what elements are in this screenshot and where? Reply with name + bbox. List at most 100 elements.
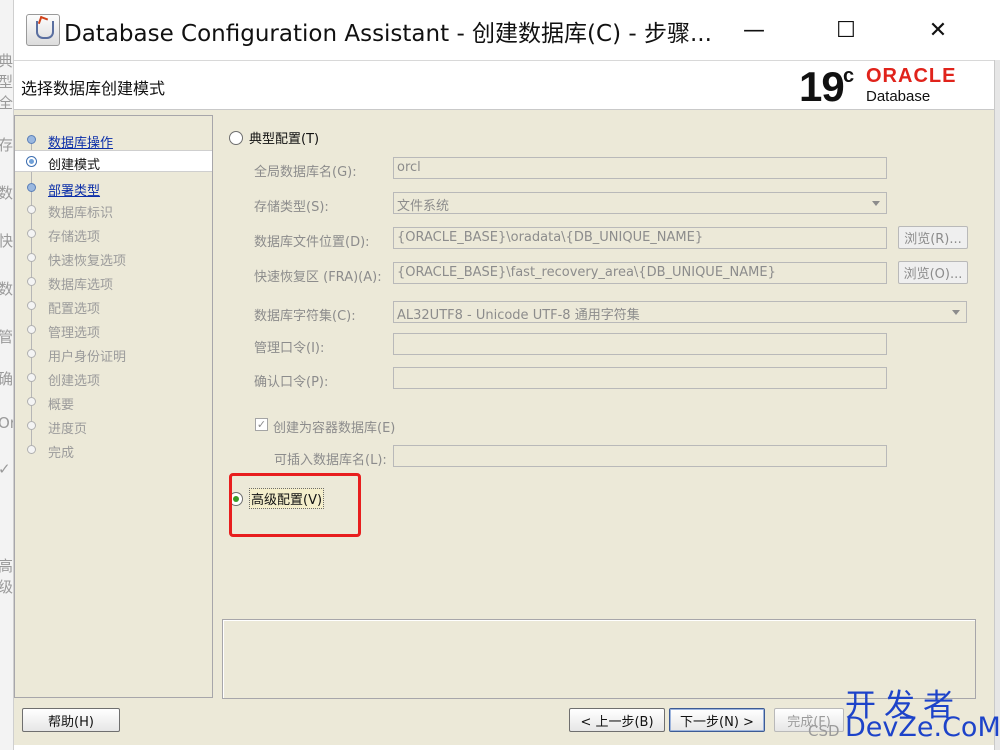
step-label: 数据库标识: [48, 206, 114, 221]
typical-config-label[interactable]: 典型配置(T): [249, 128, 319, 147]
step-item: 配置选项: [15, 295, 212, 317]
admin-password-field[interactable]: [393, 333, 887, 355]
page-title: 选择数据库创建模式: [21, 79, 166, 98]
oracle-logo-version: 19: [799, 63, 845, 110]
step-indicator-icon: [27, 229, 36, 238]
content-panel: 典型配置(T) 全局数据库名(G): orcl 存储类型(S): 文件系统 数据…: [222, 115, 986, 605]
storage-type-value: 文件系统: [397, 199, 450, 214]
step-indicator-icon: [27, 277, 36, 286]
charset-label: 数据库字符集(C):: [254, 309, 356, 324]
background-text: 数: [0, 182, 13, 203]
page-header: 选择数据库创建模式 19 c ORACLE Database: [14, 60, 994, 110]
step-label: 创建选项: [48, 374, 101, 389]
step-indicator-icon: [27, 205, 36, 214]
background-text: Or: [0, 414, 13, 432]
step-label: 完成: [48, 446, 75, 461]
oracle-logo-brand: ORACLE: [866, 65, 957, 87]
step-label: 管理选项: [48, 326, 101, 341]
next-button[interactable]: 下一步(N) >: [669, 708, 765, 732]
step-indicator-icon: [27, 157, 36, 166]
step-indicator-icon: [27, 349, 36, 358]
step-indicator-icon: [27, 183, 36, 192]
step-indicator-icon: [27, 135, 36, 144]
step-item[interactable]: 数据库操作: [15, 129, 212, 151]
db-file-location-label: 数据库文件位置(D):: [254, 235, 370, 250]
confirm-password-label: 确认口令(P):: [254, 375, 329, 390]
annotation-highlight-box: [229, 473, 361, 537]
background-text: 数: [0, 278, 13, 299]
fra-field[interactable]: {ORACLE_BASE}\fast_recovery_area\{DB_UNI…: [393, 262, 887, 284]
storage-type-select[interactable]: 文件系统: [393, 192, 887, 214]
storage-type-label: 存储类型(S):: [254, 200, 329, 215]
background-window: 典型 全 存 数 快 数 管 确 Or ✓ 高级: [0, 0, 14, 750]
step-item: 管理选项: [15, 319, 212, 341]
background-text: 管: [0, 326, 13, 347]
db-file-location-field[interactable]: {ORACLE_BASE}\oradata\{DB_UNIQUE_NAME}: [393, 227, 887, 249]
oracle-logo-product: Database: [866, 88, 931, 105]
background-text: 高级: [0, 555, 13, 597]
global-db-name-field[interactable]: orcl: [393, 157, 887, 179]
typical-config-radio[interactable]: 典型配置(T): [229, 128, 319, 147]
step-item: 用户身份证明: [15, 343, 212, 365]
charset-select[interactable]: AL32UTF8 - Unicode UTF-8 通用字符集: [393, 301, 967, 323]
step-item: 存储选项: [15, 223, 212, 245]
pdb-name-field[interactable]: [393, 445, 887, 467]
step-label: 创建模式: [48, 158, 101, 173]
step-item: 进度页: [15, 415, 212, 437]
confirm-password-field[interactable]: [393, 367, 887, 389]
watermark-csd: CSD: [808, 722, 840, 740]
container-db-checkbox[interactable]: ✓: [255, 418, 268, 431]
background-text: ✓: [0, 460, 11, 478]
fra-label: 快速恢复区 (FRA)(A):: [254, 270, 382, 285]
container-db-label: 创建为容器数据库(E): [273, 421, 396, 436]
radio-unchecked-icon[interactable]: [229, 130, 243, 145]
step-label: 用户身份证明: [48, 350, 127, 365]
step-indicator-icon: [27, 301, 36, 310]
oracle-logo-version-sup: c: [843, 65, 855, 87]
step-label: 概要: [48, 398, 75, 413]
step-indicator-icon: [27, 445, 36, 454]
watermark-text: DevZe.CoM: [845, 712, 1000, 743]
help-button[interactable]: 帮助(H): [22, 708, 120, 732]
window-title: Database Configuration Assistant - 创建数据库…: [64, 21, 712, 47]
step-label: 部署类型: [48, 184, 101, 199]
minimize-button[interactable]: —: [708, 0, 800, 60]
chevron-down-icon: [872, 201, 880, 206]
step-item[interactable]: 创建模式: [15, 150, 212, 173]
step-label: 快速恢复选项: [48, 254, 127, 269]
background-text: 全: [0, 92, 13, 113]
step-indicator-icon: [27, 421, 36, 430]
browse-db-location-button[interactable]: 浏览(R)...: [898, 226, 968, 249]
steps-panel: 数据库操作 创建模式 部署类型 数据库标识 存储选项 快速恢复选项 数据库选项: [14, 115, 213, 698]
wizard-body: 数据库操作 创建模式 部署类型 数据库标识 存储选项 快速恢复选项 数据库选项: [14, 110, 994, 705]
close-button[interactable]: ✕: [892, 0, 984, 60]
step-indicator-icon: [27, 325, 36, 334]
background-text: 存: [0, 134, 13, 155]
step-label: 配置选项: [48, 302, 101, 317]
step-label: 数据库选项: [48, 278, 114, 293]
step-item: 数据库选项: [15, 271, 212, 293]
step-indicator-icon: [27, 253, 36, 262]
maximize-button[interactable]: ☐: [800, 0, 892, 60]
step-indicator-icon: [27, 373, 36, 382]
step-item: 概要: [15, 391, 212, 413]
java-app-icon: [26, 14, 60, 46]
background-text: 快: [0, 230, 13, 251]
back-button[interactable]: < 上一步(B): [569, 708, 665, 732]
step-item: 创建选项: [15, 367, 212, 389]
step-indicator-icon: [27, 397, 36, 406]
global-db-name-label: 全局数据库名(G):: [254, 165, 357, 180]
title-bar: Database Configuration Assistant - 创建数据库…: [14, 0, 1000, 60]
step-item: 数据库标识: [15, 199, 212, 221]
chevron-down-icon: [952, 310, 960, 315]
step-item: 完成: [15, 439, 212, 461]
browse-fra-button[interactable]: 浏览(O)...: [898, 261, 968, 284]
step-item: 快速恢复选项: [15, 247, 212, 269]
step-label: 进度页: [48, 422, 88, 437]
background-text: 确: [0, 368, 13, 389]
step-label: 存储选项: [48, 230, 101, 245]
window-edge: [994, 60, 1000, 750]
admin-password-label: 管理口令(I):: [254, 341, 325, 356]
charset-value: AL32UTF8 - Unicode UTF-8 通用字符集: [397, 308, 640, 323]
step-item[interactable]: 部署类型: [15, 177, 212, 199]
